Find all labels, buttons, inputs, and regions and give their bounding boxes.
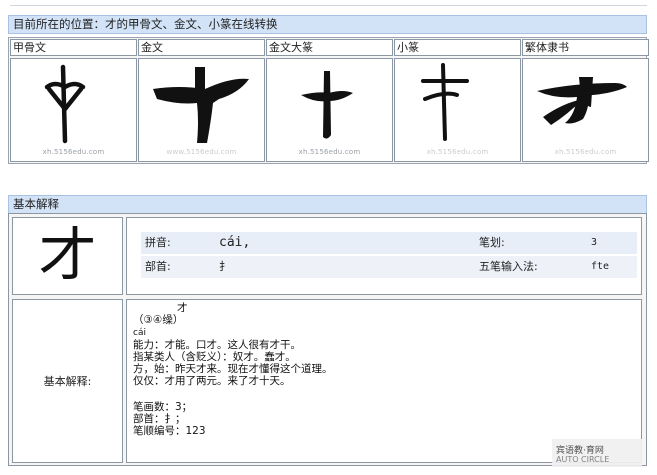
watermark: xh.5156edu.com [42,148,105,156]
location-bar: 目前所在的位置：才的甲骨文、金文、小篆在线转换 [8,15,647,34]
explanation-label-cell: 基本解释: [12,299,123,463]
top-divider [10,5,647,6]
explain-line: 能力：才能。口才。这人很有才干。 [133,339,301,351]
logo-line-2: AUTO CIRCLE [556,455,610,464]
watermark: xh.5156edu.com [298,148,361,156]
radical-value: 扌 [219,260,230,273]
explain-line: 方，始：昨天才来。现在才懂得这个道理。 [133,363,333,375]
radical-label: 部首: [145,260,171,273]
wubi-label: 五笔输入法: [479,260,538,273]
explain-line: 仅仅：才用了两元。来了才十天。 [133,375,291,387]
explain-line: cái [133,328,146,338]
form-small-seal: 小篆 xh.5156edu.com [394,39,521,162]
info-row-1: 拼音: cái, 笔划: 3 [141,232,637,254]
info-row-2: 部首: 扌 五笔输入法: fte [141,256,637,278]
strokes-value: 3 [591,237,598,248]
explain-line: 笔顺编号：123 [133,425,206,437]
explain-line: 笔画数：3； [133,401,193,413]
glyph-image-small-seal: xh.5156edu.com [394,58,521,162]
location-text: 目前所在的位置：才的甲骨文、金文、小篆在线转换 [13,17,278,31]
glyph-image-oracle: xh.5156edu.com [10,58,137,162]
info-cell: 拼音: cái, 笔划: 3 部首: 扌 五笔输入法: fte [126,217,642,295]
watermark: www.5156edu.com [166,148,237,156]
script-forms-table: 甲骨文 xh.5156edu.com 金文 www.5156edu.com 金文… [8,37,649,164]
wubi-value: fte [591,261,610,272]
small-seal-glyph [421,63,469,141]
bronze-seal-glyph [301,71,353,139]
form-bronze: 金文 www.5156edu.com [138,39,265,162]
form-label: 甲骨文 [10,39,137,56]
explanation-label: 基本解释: [43,375,92,388]
clerical-glyph [537,77,627,125]
form-label: 金文 [138,39,265,56]
main-character: 才 [38,221,97,289]
strokes-label: 笔划: [479,236,505,249]
form-oracle-bone: 甲骨文 xh.5156edu.com [10,39,137,162]
corner-logo: 宾语教·育网 AUTO CIRCLE [552,439,642,467]
explain-line: 部首：扌； [133,413,186,425]
watermark: xh.5156edu.com [426,148,489,156]
explain-line: 才 [177,302,188,314]
basic-header-text: 基本解释 [13,197,59,211]
explain-line: （③④缲） [133,314,184,326]
explain-line: 指某类人（含贬义）：奴才。蠢才。 [133,351,296,363]
glyph-image-clerical: xh.5156edu.com [522,58,649,162]
basic-section-header: 基本解释 [8,195,647,214]
basic-explanation-table: 才 拼音: cái, 笔划: 3 部首: 扌 五笔输入法: fte 基本解释: … [8,213,647,466]
character-cell: 才 [12,217,123,295]
glyph-image-bronze-seal: xh.5156edu.com [266,58,393,162]
form-label: 小篆 [394,39,521,56]
form-bronze-seal: 金文大篆 xh.5156edu.com [266,39,393,162]
bronze-glyph [153,67,249,143]
glyph-image-bronze: www.5156edu.com [138,58,265,162]
pinyin-label: 拼音: [145,236,171,249]
form-label: 繁体隶书 [522,39,649,56]
pinyin-value: cái, [219,235,251,250]
info-grid: 拼音: cái, 笔划: 3 部首: 扌 五笔输入法: fte [141,232,637,280]
form-label: 金文大篆 [266,39,393,56]
form-clerical: 繁体隶书 xh.5156edu.com [522,39,649,162]
watermark: xh.5156edu.com [554,148,617,156]
oracle-glyph [44,64,86,144]
